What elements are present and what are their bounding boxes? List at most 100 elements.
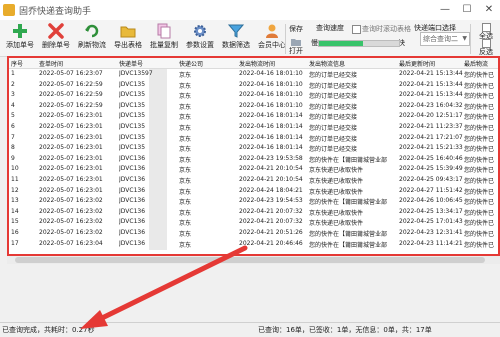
column-header[interactable]: 发出物流时间 — [239, 59, 275, 68]
table-cell-query-time: 2022-05-07 16:23:01 — [39, 144, 103, 152]
table-cell-sent-time: 2022-04-16 18:01:10 — [239, 70, 303, 77]
export-table-label: 导出表格 — [114, 41, 142, 49]
table-cell-no: 9 — [11, 154, 15, 162]
table-cell-last-info: 您的快件已 — [464, 135, 495, 143]
table-row[interactable]: 10 2022-05-07 16:23:01 JDVC136 京东 2022-04-21… — [9, 164, 498, 176]
table-cell-no: 16 — [11, 229, 19, 236]
table-cell-sent-time: 2022-04-16 18:01:14 — [239, 112, 303, 120]
slow-label: 慢 — [311, 39, 318, 47]
redacted-block — [149, 153, 167, 165]
save-button[interactable]: 保存 — [288, 23, 308, 37]
table-cell-last-info: 您的快件已 — [464, 178, 495, 185]
column-header[interactable]: 发出物流信息 — [309, 59, 345, 68]
table-cell-no: 15 — [11, 218, 19, 226]
table-row[interactable]: 13 2022-05-07 16:23:02 JDVC136 京东 2022-04-23… — [9, 196, 498, 208]
table-cell-sent-time: 2022-04-16 18:01:10 — [239, 91, 303, 99]
table-row[interactable]: 1 2022-05-07 16:23:07 JDVC13597 京东 2022-04-1… — [9, 69, 498, 80]
table-cell-last-info: 您的快件已 — [464, 209, 495, 217]
redacted-block — [149, 185, 167, 197]
filter-icon — [227, 24, 245, 38]
add-number-label: 添加单号 — [6, 41, 34, 49]
table-cell-tracking: JDVC135 — [119, 123, 146, 130]
table-cell-query-time: 2022-05-07 16:23:04 — [39, 239, 103, 247]
table-cell-sent-info: 京东快递已收取快件 — [309, 167, 364, 175]
column-header[interactable]: 最后更新时间 — [399, 59, 435, 68]
refresh-logistics-label: 刷新物流 — [78, 41, 106, 49]
table-cell-sent-info: 您的订单已经交接 — [309, 72, 358, 79]
redacted-block — [149, 132, 167, 144]
batch-copy-button[interactable]: 批量复制 — [146, 23, 182, 55]
column-header[interactable]: 序号 — [11, 59, 23, 68]
column-header[interactable]: 快递公司 — [179, 59, 203, 68]
scrollbar-thumb[interactable] — [15, 257, 485, 263]
table-row[interactable]: 11 2022-05-07 16:23:01 JDVC136 京东 2022-04-21… — [9, 175, 498, 186]
refresh-icon — [85, 24, 99, 38]
table-cell-last-time: 2022-04-21 15:21:33 — [399, 144, 463, 152]
column-header[interactable]: 最后物流 — [464, 59, 488, 68]
redacted-block — [149, 238, 167, 250]
table-cell-sent-info: 您的订单已经交接 — [309, 135, 358, 143]
maximize-button[interactable]: ☐ — [456, 0, 478, 20]
batch-copy-label: 批量复制 — [150, 41, 178, 49]
table-cell-last-info: 您的快件已 — [464, 199, 495, 207]
minimize-button[interactable]: — — [434, 0, 456, 20]
table-cell-last-time: 2022-04-23 11:14:21 — [399, 239, 463, 247]
open-button[interactable]: 打开 — [286, 38, 308, 55]
refresh-logistics-button[interactable]: 刷新物流 — [74, 23, 110, 55]
table-cell-company: 京东 — [179, 135, 192, 143]
table-cell-sent-info: 您的快件在【莆田莆城营业部 — [309, 156, 388, 164]
table-cell-tracking: JDVC136 — [119, 239, 146, 247]
table-cell-no: 8 — [11, 144, 15, 152]
table-row[interactable]: 16 2022-05-07 16:23:02 JDVC136 京东 2022-04-21… — [9, 228, 498, 239]
folder-icon — [291, 39, 301, 46]
column-header[interactable]: 查单时间 — [39, 59, 63, 68]
table-cell-query-time: 2022-05-07 16:22:59 — [39, 91, 103, 99]
redacted-block — [149, 206, 167, 218]
table-cell-query-time: 2022-05-07 16:23:07 — [39, 70, 103, 77]
table-cell-tracking: JDVC135 — [119, 80, 146, 88]
table-row[interactable]: 9 2022-05-07 16:23:01 JDVC136 京东 2022-04-23 … — [9, 153, 498, 165]
delete-number-button[interactable]: 删除单号 — [38, 23, 74, 55]
table-cell-query-time: 2022-05-07 16:23:02 — [39, 218, 103, 226]
table-row[interactable]: 3 2022-05-07 16:22:59 JDVC135 京东 2022-04-16 … — [9, 90, 498, 102]
table-row[interactable]: 7 2022-05-07 16:23:01 JDVC135 京东 2022-04-16 … — [9, 132, 498, 144]
redacted-block — [149, 79, 167, 91]
table-cell-sent-info: 您的订单已经交接 — [309, 93, 358, 101]
table-row[interactable]: 8 2022-05-07 16:23:01 JDVC135 京东 2022-04-16 … — [9, 143, 498, 155]
table-cell-sent-info: 您的订单已经交接 — [309, 82, 358, 90]
title-bar: 固乔快递查询助手 — ☐ ✕ — [0, 0, 500, 20]
add-number-button[interactable]: 添加单号 — [2, 23, 38, 55]
table-row[interactable]: 2 2022-05-07 16:22:59 JDVC135 京东 2022-04-16 … — [9, 79, 498, 91]
horizontal-scrollbar[interactable] — [7, 256, 500, 264]
export-table-button[interactable]: 导出表格 — [110, 23, 146, 55]
port-select[interactable]: 综合查询二 ▼ — [420, 32, 470, 46]
save-label: 保存 — [289, 25, 303, 33]
table-cell-sent-info: 京东快递已收取快件 — [309, 178, 364, 185]
settings-button[interactable]: 参数设置 — [182, 23, 218, 55]
invert-select-button[interactable]: 反选 — [474, 39, 498, 56]
select-all-button[interactable]: 全选 — [474, 22, 498, 40]
table-cell-last-time: 2022-04-25 17:01:43 — [399, 218, 463, 226]
table-cell-sent-time: 2022-04-23 19:53:58 — [239, 154, 303, 162]
close-button[interactable]: ✕ — [478, 0, 500, 20]
table-row[interactable]: 15 2022-05-07 16:23:02 JDVC136 京东 2022-04-21… — [9, 217, 498, 229]
table-row[interactable]: 4 2022-05-07 16:22:59 JDVC135 京东 2022-04-16 … — [9, 100, 498, 112]
table-cell-sent-info: 您的订单已经交接 — [309, 146, 358, 154]
table-row[interactable]: 14 2022-05-07 16:23:02 JDVC136 京东 2022-04-21… — [9, 206, 498, 218]
table-row[interactable]: 6 2022-05-07 16:23:01 JDVC135 京东 2022-04-16 … — [9, 122, 498, 133]
auto-scroll-checkbox[interactable] — [352, 25, 361, 34]
table-row[interactable]: 17 2022-05-07 16:23:04 JDVC136 京东 2022-04-21… — [9, 238, 498, 250]
table-cell-sent-time: 2022-04-21 20:10:54 — [239, 165, 303, 173]
table-cell-last-time: 2022-04-23 16:04:32 — [399, 101, 463, 109]
table-cell-sent-info: 京东快递已收取快件 — [309, 188, 364, 196]
column-header[interactable]: 快递单号 — [119, 59, 143, 68]
speed-slider[interactable] — [318, 40, 400, 47]
table-cell-last-info: 您的快件已 — [464, 220, 495, 228]
table-header: 序号 查单时间 快递单号 快递公司 发出物流时间 发出物流信息 最后更新时间 最后物流 — [9, 58, 498, 69]
table-cell-company: 京东 — [179, 220, 192, 228]
table-row[interactable]: 5 2022-05-07 16:23:01 JDVC135 京东 2022-04-16 … — [9, 111, 498, 123]
table-cell-company: 京东 — [179, 93, 192, 101]
table-row[interactable]: 12 2022-05-07 16:23:01 JDVC136 京东 2022-04-24… — [9, 185, 498, 197]
table-cell-sent-time: 2022-04-21 20:10:54 — [239, 176, 303, 183]
data-filter-button[interactable]: 数据筛选 — [218, 23, 254, 55]
